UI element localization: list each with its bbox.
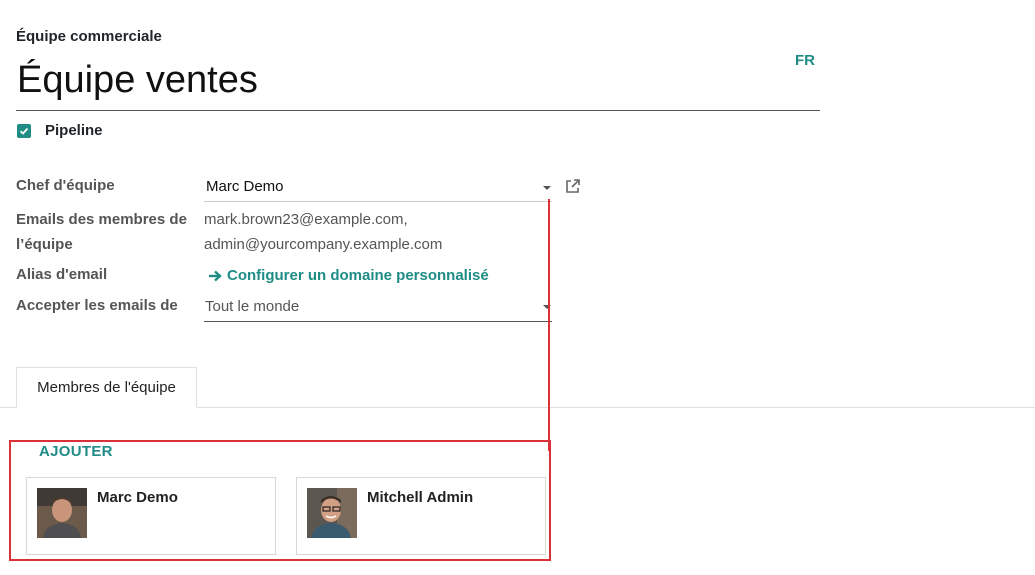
accept-emails-underline <box>204 321 552 322</box>
arrow-right-icon <box>209 270 222 281</box>
highlight-connector <box>548 199 550 451</box>
member-email-2: admin@yourcompany.example.com <box>204 236 443 253</box>
configure-domain-text: Configurer un domaine personnalisé <box>227 267 489 284</box>
team-leader-label: Chef d'équipe <box>16 177 115 194</box>
pipeline-checkbox[interactable] <box>17 124 31 138</box>
configure-domain-link[interactable]: Configurer un domaine personnalisé <box>208 263 489 288</box>
record-title[interactable]: Équipe ventes <box>17 56 258 104</box>
email-alias-label: Alias d'email <box>16 266 108 283</box>
member-emails-label: Emails des membres de l’équipe <box>16 211 187 253</box>
member-email-1: mark.brown23@example.com, <box>204 211 408 228</box>
team-leader-field[interactable]: Marc Demo <box>206 174 284 199</box>
member-emails-value: mark.brown23@example.com, admin@yourcomp… <box>204 207 534 257</box>
team-leader-underline <box>204 201 552 202</box>
tab-team-members[interactable]: Membres de l'équipe <box>16 367 197 408</box>
accept-emails-select[interactable]: Tout le monde <box>205 294 299 319</box>
title-underline <box>16 110 820 111</box>
check-icon <box>19 127 29 135</box>
pipeline-label: Pipeline <box>45 122 103 139</box>
highlight-box <box>9 440 551 561</box>
language-button[interactable]: FR <box>795 52 815 69</box>
chevron-down-icon[interactable] <box>543 186 551 190</box>
external-link-icon[interactable] <box>564 178 581 195</box>
accept-emails-label: Accepter les emails de <box>16 297 178 314</box>
form-subtitle: Équipe commerciale <box>16 28 162 45</box>
